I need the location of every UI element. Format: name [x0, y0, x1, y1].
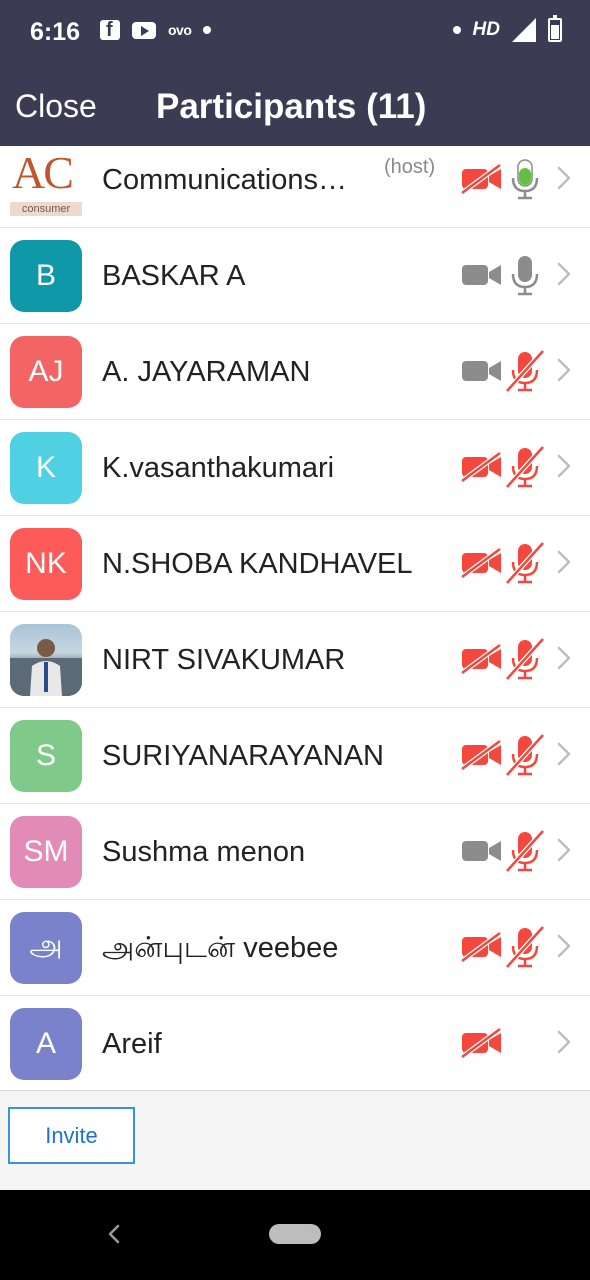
avatar: S — [10, 720, 82, 792]
participant-row[interactable]: AC consumer Communications… (host) — [0, 146, 590, 228]
chevron-right-icon[interactable] — [556, 259, 572, 289]
chevron-right-icon[interactable] — [556, 1027, 572, 1057]
avatar: SM — [10, 816, 82, 888]
chevron-right-icon[interactable] — [556, 739, 572, 769]
hd-indicator: HD — [472, 19, 500, 40]
avatar: B — [10, 240, 82, 312]
system-icons: HD — [452, 15, 562, 42]
person-photo-icon — [10, 639, 82, 696]
participant-row[interactable]: S SURIYANARAYANAN — [0, 708, 590, 804]
participant-row[interactable]: NIRT SIVAKUMAR — [0, 612, 590, 708]
navigation-bar — [0, 1190, 590, 1280]
participant-name: N.SHOBA KANDHAVEL — [102, 548, 413, 580]
participant-row[interactable]: A Areif — [0, 996, 590, 1090]
header: Close Participants (11) — [0, 66, 590, 146]
mic-muted-icon — [506, 542, 544, 584]
participant-name: அன்புடன் veebee — [102, 932, 339, 964]
video-icon — [462, 265, 501, 285]
participant-list[interactable]: AC consumer Communications… (host) B BASKAR A… — [0, 146, 590, 1090]
facebook-icon — [100, 19, 120, 42]
participant-row[interactable]: SM Sushma menon — [0, 804, 590, 900]
video-icon — [462, 361, 501, 381]
close-button[interactable]: Close — [15, 88, 97, 125]
video-off-icon — [460, 740, 502, 770]
mic-muted-icon — [506, 926, 544, 968]
chevron-right-icon[interactable] — [556, 163, 572, 193]
participant-name: BASKAR A — [102, 260, 246, 292]
video-off-icon — [460, 1028, 502, 1058]
participant-row[interactable]: AJ A. JAYARAMAN — [0, 324, 590, 420]
microphone-icon — [511, 159, 539, 200]
participant-name: Sushma menon — [102, 836, 306, 868]
video-off-icon — [460, 644, 502, 674]
chevron-right-icon[interactable] — [556, 931, 572, 961]
participant-name: Communications… — [102, 164, 347, 196]
participant-row[interactable]: K K.vasanthakumari — [0, 420, 590, 516]
video-off-icon — [460, 548, 502, 578]
avatar: AJ — [10, 336, 82, 408]
invite-button[interactable]: Invite — [8, 1107, 135, 1164]
mic-muted-icon — [506, 350, 544, 392]
participant-row[interactable]: B BASKAR A — [0, 228, 590, 324]
avatar: அ — [10, 912, 82, 984]
chevron-right-icon[interactable] — [556, 643, 572, 673]
participant-name: SURIYANARAYANAN — [102, 740, 384, 772]
video-off-icon — [460, 164, 502, 194]
company-logo: AC consumer — [10, 146, 82, 216]
avatar-photo — [10, 624, 82, 696]
participant-name: NIRT SIVAKUMAR — [102, 644, 346, 676]
avatar: AC consumer — [10, 146, 82, 216]
notification-icons: ovo — [100, 19, 212, 42]
participant-name: A. JAYARAMAN — [102, 356, 311, 388]
home-pill[interactable] — [269, 1224, 321, 1244]
chevron-right-icon[interactable] — [556, 835, 572, 865]
mic-muted-icon — [506, 446, 544, 488]
battery-icon — [548, 15, 562, 42]
dot-icon — [203, 26, 212, 34]
video-off-icon — [460, 932, 502, 962]
participant-name: Areif — [102, 1028, 162, 1060]
mic-muted-icon — [506, 830, 544, 872]
dot-icon — [452, 26, 461, 34]
mic-muted-icon — [506, 638, 544, 680]
chevron-right-icon[interactable] — [556, 451, 572, 481]
footer: Invite — [0, 1090, 590, 1190]
signal-icon — [512, 18, 536, 42]
video-off-icon — [460, 452, 502, 482]
participant-row[interactable]: NK N.SHOBA KANDHAVEL — [0, 516, 590, 612]
logo-text: AC — [12, 147, 74, 198]
oyo-icon: ovo — [168, 22, 192, 38]
video-icon — [462, 841, 501, 861]
back-icon[interactable] — [104, 1222, 124, 1246]
mic-muted-icon — [506, 734, 544, 776]
status-time: 6:16 — [30, 18, 81, 46]
host-tag: (host) — [384, 156, 436, 178]
chevron-right-icon[interactable] — [556, 547, 572, 577]
logo-subtext: consumer — [10, 202, 82, 216]
avatar: NK — [10, 528, 82, 600]
microphone-icon — [511, 256, 539, 296]
page-title: Participants (11) — [156, 87, 427, 126]
youtube-icon — [132, 21, 156, 39]
chevron-right-icon[interactable] — [556, 355, 572, 385]
avatar: A — [10, 1008, 82, 1080]
participant-name: K.vasanthakumari — [102, 452, 335, 484]
status-bar: 6:16 ovo HD — [0, 0, 590, 66]
participant-row[interactable]: அ அன்புடன் veebee — [0, 900, 590, 996]
avatar: K — [10, 432, 82, 504]
